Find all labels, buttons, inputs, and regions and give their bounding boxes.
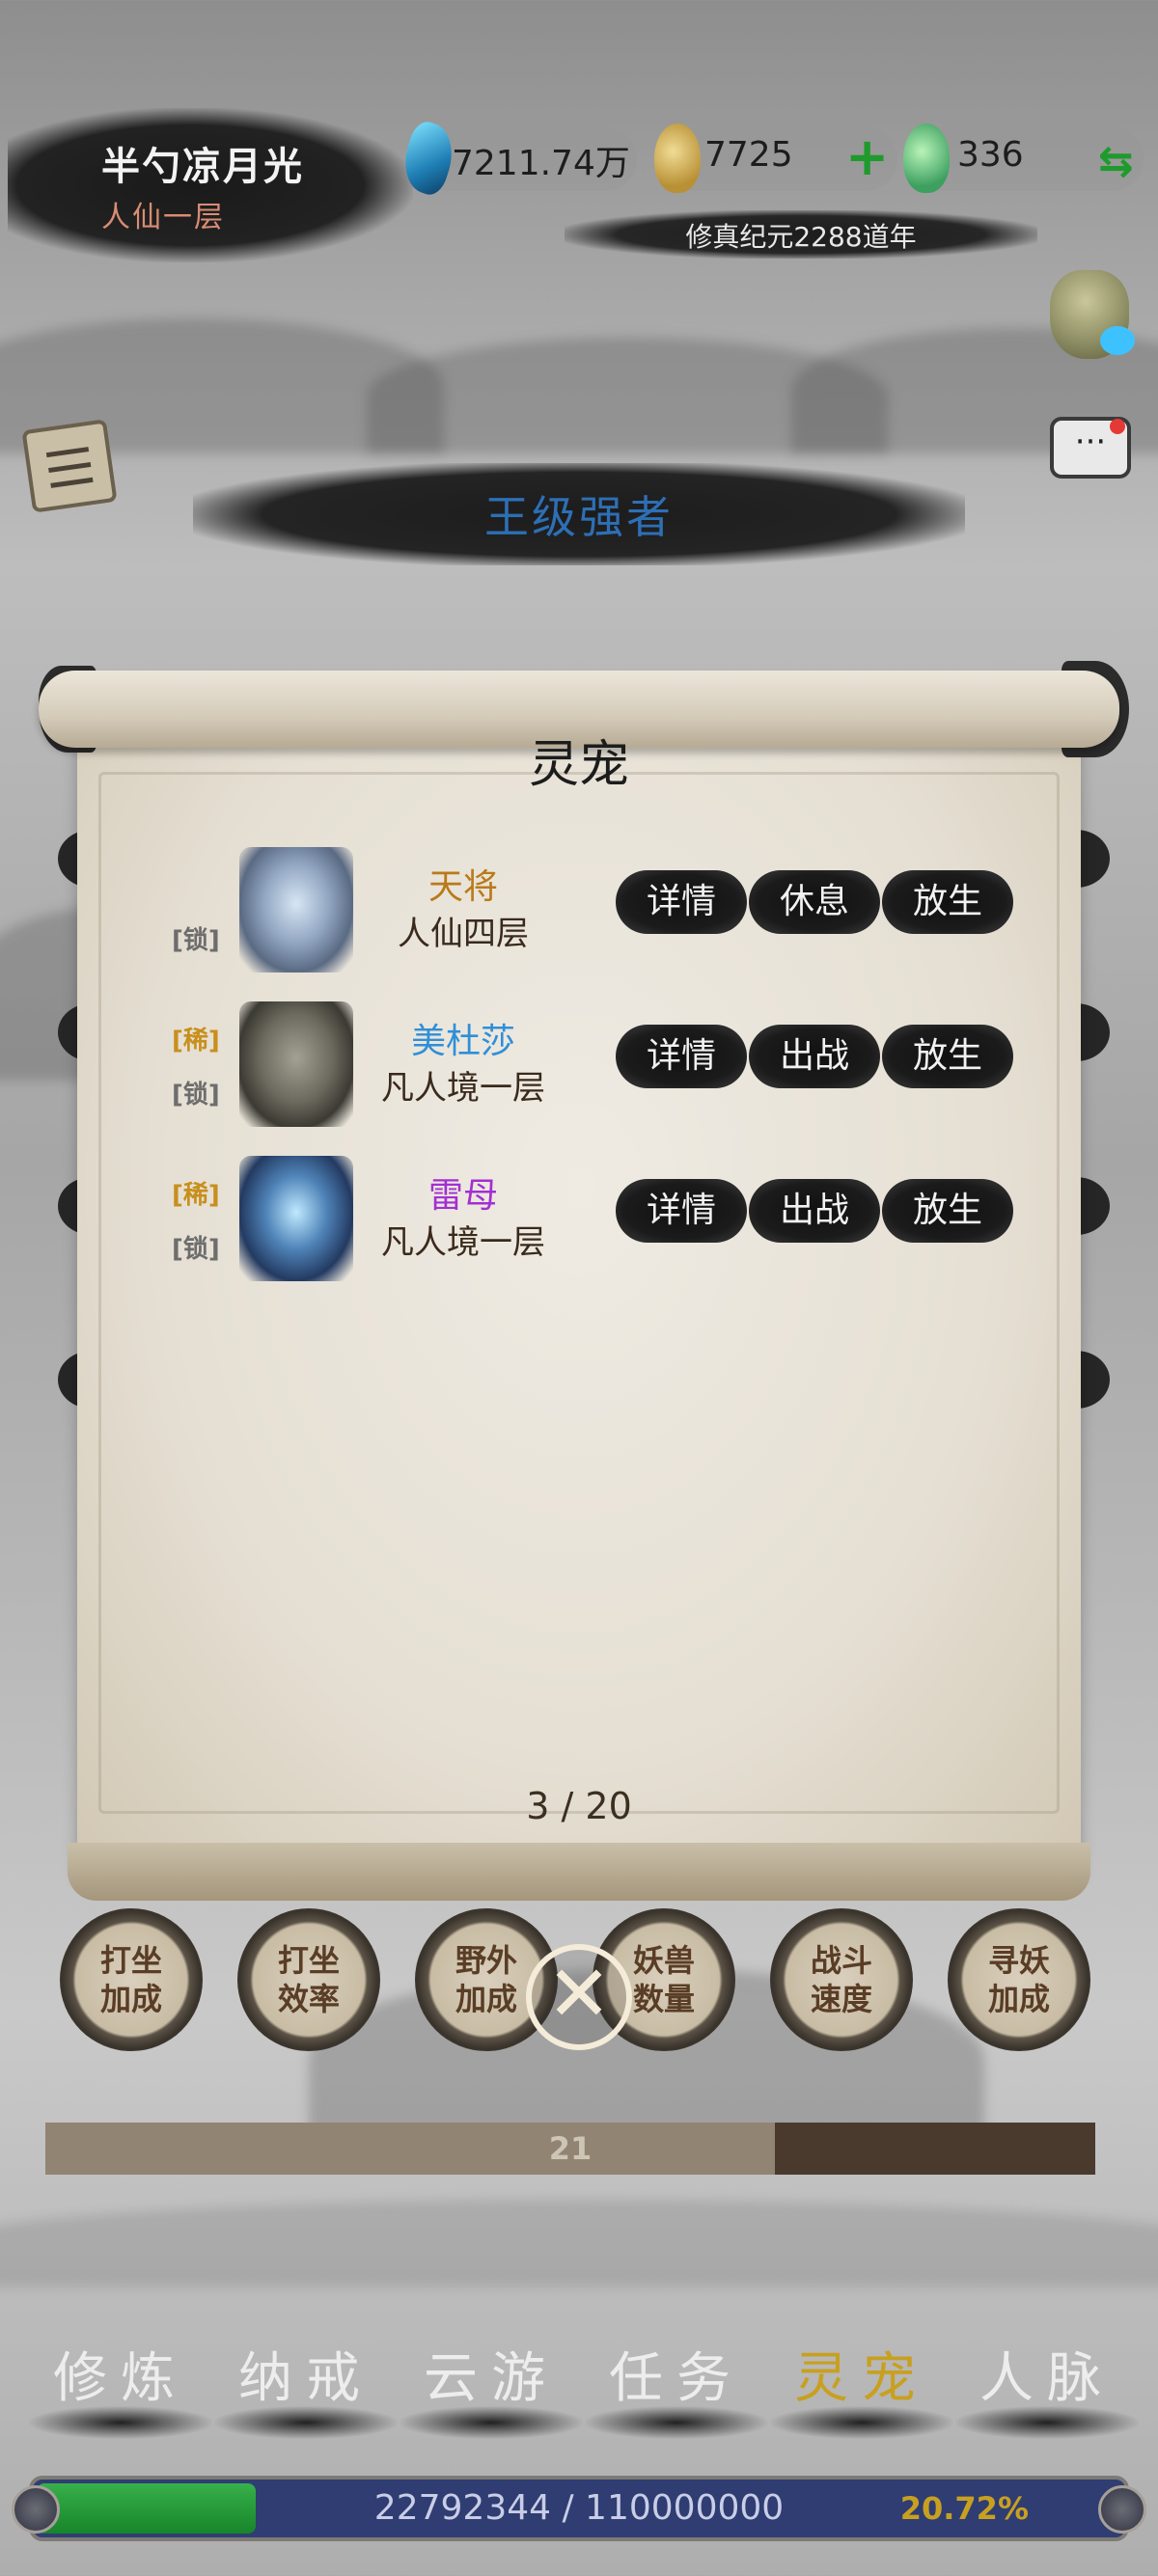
nav-travel[interactable]: 云游 [400, 2335, 583, 2439]
release-button[interactable]: 放生 [882, 870, 1013, 934]
scroll-bottom-rod [68, 1843, 1090, 1901]
close-modal-button[interactable]: ✕ [526, 1944, 632, 2050]
add-currency-button[interactable]: + [845, 131, 889, 183]
pet-level: 人仙四层 [398, 915, 529, 953]
pet-portrait-medusa[interactable] [239, 1001, 353, 1127]
pet-name: 雷母 [427, 1176, 498, 1216]
banner-title: 王级强者 [484, 491, 674, 543]
level-progress-bar: 21 [45, 2123, 1095, 2175]
treasure-bag-icon[interactable] [1050, 270, 1135, 359]
gold-ingot-icon [654, 123, 701, 193]
release-button[interactable]: 放生 [882, 1179, 1013, 1243]
gold-count: 7725 [704, 135, 793, 175]
experience-percent: 20.72% [899, 2490, 1029, 2527]
stat-button-meditation-bonus[interactable]: 打坐 加成 [60, 1908, 203, 2051]
lock-tag[interactable]: [锁] [172, 920, 220, 956]
nav-connections[interactable]: 人脉 [955, 2335, 1139, 2439]
pet-portrait-heavenly-general[interactable] [239, 847, 353, 973]
rare-tag: [稀] [172, 1181, 220, 1210]
pet-level: 凡人境一层 [381, 1069, 545, 1108]
quest-scroll-icon[interactable] [21, 419, 118, 513]
pet-portrait-thunder-mother[interactable] [239, 1156, 353, 1281]
pet-name: 天将 [427, 867, 498, 907]
player-name[interactable]: 半勺凉月光 [101, 135, 304, 191]
left-orb-ornament [12, 2485, 60, 2534]
pet-level: 凡人境一层 [381, 1223, 545, 1262]
experience-bar: 22792344 / 110000000 20.72% [29, 2476, 1129, 2541]
exchange-icon[interactable]: ⇆ [1098, 137, 1134, 186]
nav-spirit-pets[interactable]: 灵宠 [770, 2335, 953, 2439]
details-button[interactable]: 详情 [616, 870, 747, 934]
lock-tag[interactable]: [锁] [172, 1075, 220, 1110]
lock-tag[interactable]: [锁] [172, 1229, 220, 1265]
jade-count: 336 [957, 135, 1024, 175]
right-orb-ornament [1098, 2485, 1146, 2534]
pet-row: [稀] [锁] 美杜莎 凡人境一层 详情 出战 放生 [145, 994, 1013, 1138]
jade-icon [903, 123, 950, 193]
pet-name: 美杜莎 [410, 1022, 515, 1061]
deploy-button[interactable]: 出战 [749, 1025, 880, 1088]
details-button[interactable]: 详情 [616, 1025, 747, 1088]
stat-button-hunt-bonus[interactable]: 寻妖 加成 [948, 1908, 1090, 2051]
stat-button-battle-speed[interactable]: 战斗 速度 [770, 1908, 913, 2051]
pet-row: [稀] [锁] 雷母 凡人境一层 详情 出战 放生 [145, 1148, 1013, 1293]
nav-storage-ring[interactable]: 纳戒 [214, 2335, 398, 2439]
stat-button-meditation-efficiency[interactable]: 打坐 效率 [237, 1908, 380, 2051]
level-progress-label: 21 [548, 2130, 593, 2167]
pet-row: [锁] 天将 人仙四层 详情 休息 放生 [145, 839, 1013, 984]
rare-tag: [稀] [172, 1027, 220, 1055]
spirit-stone-count: 7211.74万 [452, 144, 630, 183]
notification-dot [1110, 419, 1125, 434]
details-button[interactable]: 详情 [616, 1179, 747, 1243]
release-button[interactable]: 放生 [882, 1025, 1013, 1088]
deploy-button[interactable]: 出战 [749, 1179, 880, 1243]
rest-button[interactable]: 休息 [749, 870, 880, 934]
nav-cultivate[interactable]: 修炼 [29, 2335, 212, 2439]
pet-count: 3 / 20 [526, 1785, 632, 1827]
modal-title: 灵宠 [528, 736, 629, 794]
era-date: 修真纪元2288道年 [685, 221, 917, 253]
nav-tasks[interactable]: 任务 [585, 2335, 768, 2439]
player-rank: 人仙一层 [101, 201, 225, 234]
